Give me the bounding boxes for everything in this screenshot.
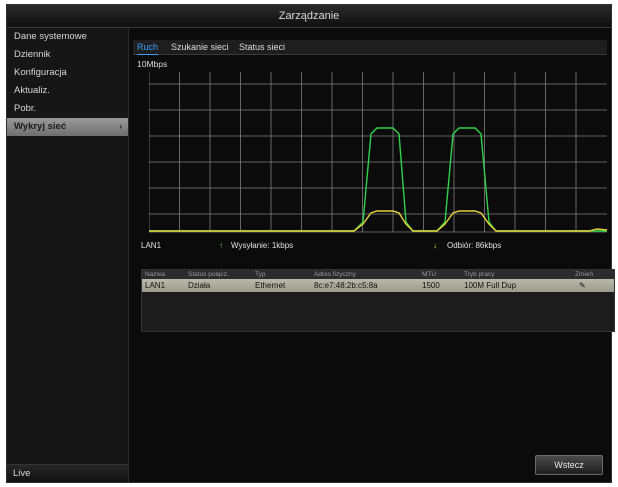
sidebar-item-download[interactable]: Pobr.: [7, 100, 128, 118]
table-row[interactable]: LAN1 Działa Ethernet 8c:e7:48:2b:c5:8a 1…: [142, 279, 614, 292]
interface-label: LAN1: [141, 241, 162, 250]
sidebar-item-log[interactable]: Dziennik: [7, 46, 128, 64]
edit-icon[interactable]: ✎: [579, 279, 586, 292]
sidebar-item-label: Dziennik: [14, 49, 51, 60]
column-header: Typ: [255, 271, 266, 278]
column-header: Zmień: [575, 271, 594, 278]
download-arrow-icon: ↓: [433, 241, 437, 250]
tab-traffic[interactable]: Ruch: [137, 40, 159, 55]
sidebar-item-label: Dane systemowe: [14, 31, 87, 42]
download-rate: Odbiór: 86kbps: [447, 241, 502, 250]
table-cell: Działa: [188, 281, 211, 290]
back-button[interactable]: Wstecz: [535, 455, 603, 475]
traffic-legend: LAN1 ↑ Wysyłanie: 1kbps ↓ Odbiór: 86kbps: [133, 239, 609, 255]
table-cell: 100M Full Dup: [464, 281, 517, 290]
column-header: MTU: [422, 271, 437, 278]
column-header: Status połącz.: [188, 271, 229, 278]
sidebar-item-label: Aktualiz.: [14, 85, 50, 96]
sidebar-item-system-info[interactable]: Dane systemowe: [7, 28, 128, 46]
tab-network-search[interactable]: Szukanie sieci: [171, 40, 229, 54]
table-cell: LAN1: [145, 281, 166, 290]
column-header: Adres fizyczny: [314, 271, 356, 278]
sidebar: Dane systemowe Dziennik Konfiguracja Akt…: [7, 28, 129, 482]
window-title: Zarządzanie: [7, 5, 611, 28]
column-header: Tryb pracy: [464, 271, 495, 278]
tab-network-status[interactable]: Status sieci: [239, 40, 285, 54]
tab-bar: Ruch Szukanie sieci Status sieci: [133, 40, 607, 55]
table-cell: 1500: [422, 281, 440, 290]
traffic-graph: [149, 72, 607, 233]
sidebar-item-label: Wykryj sieć: [14, 121, 67, 132]
interface-table: Nazwa Status połącz. Typ Adres fizyczny …: [141, 269, 615, 332]
upload-rate: Wysyłanie: 1kbps: [231, 241, 294, 250]
table-cell: Ethernet: [255, 281, 286, 290]
chevron-right-icon: ›: [119, 122, 122, 131]
table-header: Nazwa Status połącz. Typ Adres fizyczny …: [142, 270, 614, 279]
sidebar-item-label: Konfiguracja: [14, 67, 67, 78]
upload-arrow-icon: ↑: [219, 241, 223, 250]
send-traffic-line: [149, 127, 607, 232]
management-window: Zarządzanie Dane systemowe Dziennik Konf…: [6, 4, 615, 483]
rate-scale-label: 10Mbps: [137, 59, 168, 69]
main-panel: Ruch Szukanie sieci Status sieci 10Mbps: [129, 28, 615, 482]
column-header: Nazwa: [145, 271, 165, 278]
sidebar-item-label: Pobr.: [14, 103, 37, 114]
sidebar-item-network-detection[interactable]: Wykryj sieć ›: [7, 118, 128, 136]
sidebar-item-upgrade[interactable]: Aktualiz.: [7, 82, 128, 100]
sidebar-item-configuration[interactable]: Konfiguracja: [7, 64, 128, 82]
table-cell: 8c:e7:48:2b:c5:8a: [314, 281, 378, 290]
live-view-button[interactable]: Live: [7, 464, 128, 482]
